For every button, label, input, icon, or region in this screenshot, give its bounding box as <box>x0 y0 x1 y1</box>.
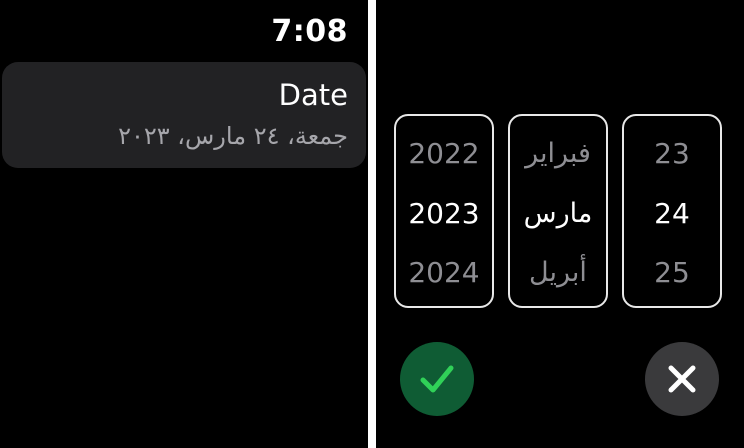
year-option-prev[interactable]: 2022 <box>396 134 492 174</box>
date-cell-value: جمعة، ٢٤ مارس، ٢٠٢٣ <box>118 122 348 150</box>
date-picker-screen: 2022 2023 2024 فبراير مارس أبريل 23 24 2… <box>376 0 744 448</box>
confirm-button[interactable] <box>400 342 474 416</box>
day-picker[interactable]: 23 24 25 <box>622 114 722 308</box>
year-option-next[interactable]: 2024 <box>396 253 492 293</box>
year-option-selected[interactable]: 2023 <box>396 194 492 234</box>
checkmark-icon <box>420 365 454 393</box>
day-option-selected[interactable]: 24 <box>624 194 720 234</box>
close-icon <box>668 365 696 393</box>
day-option-prev[interactable]: 23 <box>624 134 720 174</box>
cancel-button[interactable] <box>645 342 719 416</box>
month-picker[interactable]: فبراير مارس أبريل <box>508 114 608 308</box>
date-cell[interactable]: Date جمعة، ٢٤ مارس، ٢٠٢٣ <box>2 62 366 168</box>
day-option-next[interactable]: 25 <box>624 253 720 293</box>
date-list-screen: 7:08 Date جمعة، ٢٤ مارس، ٢٠٢٣ <box>0 0 368 448</box>
year-picker[interactable]: 2022 2023 2024 <box>394 114 494 308</box>
month-option-next[interactable]: أبريل <box>510 253 606 293</box>
month-option-prev[interactable]: فبراير <box>510 134 606 174</box>
date-cell-title: Date <box>278 78 348 112</box>
month-option-selected[interactable]: مارس <box>510 194 606 234</box>
status-time: 7:08 <box>271 14 348 49</box>
